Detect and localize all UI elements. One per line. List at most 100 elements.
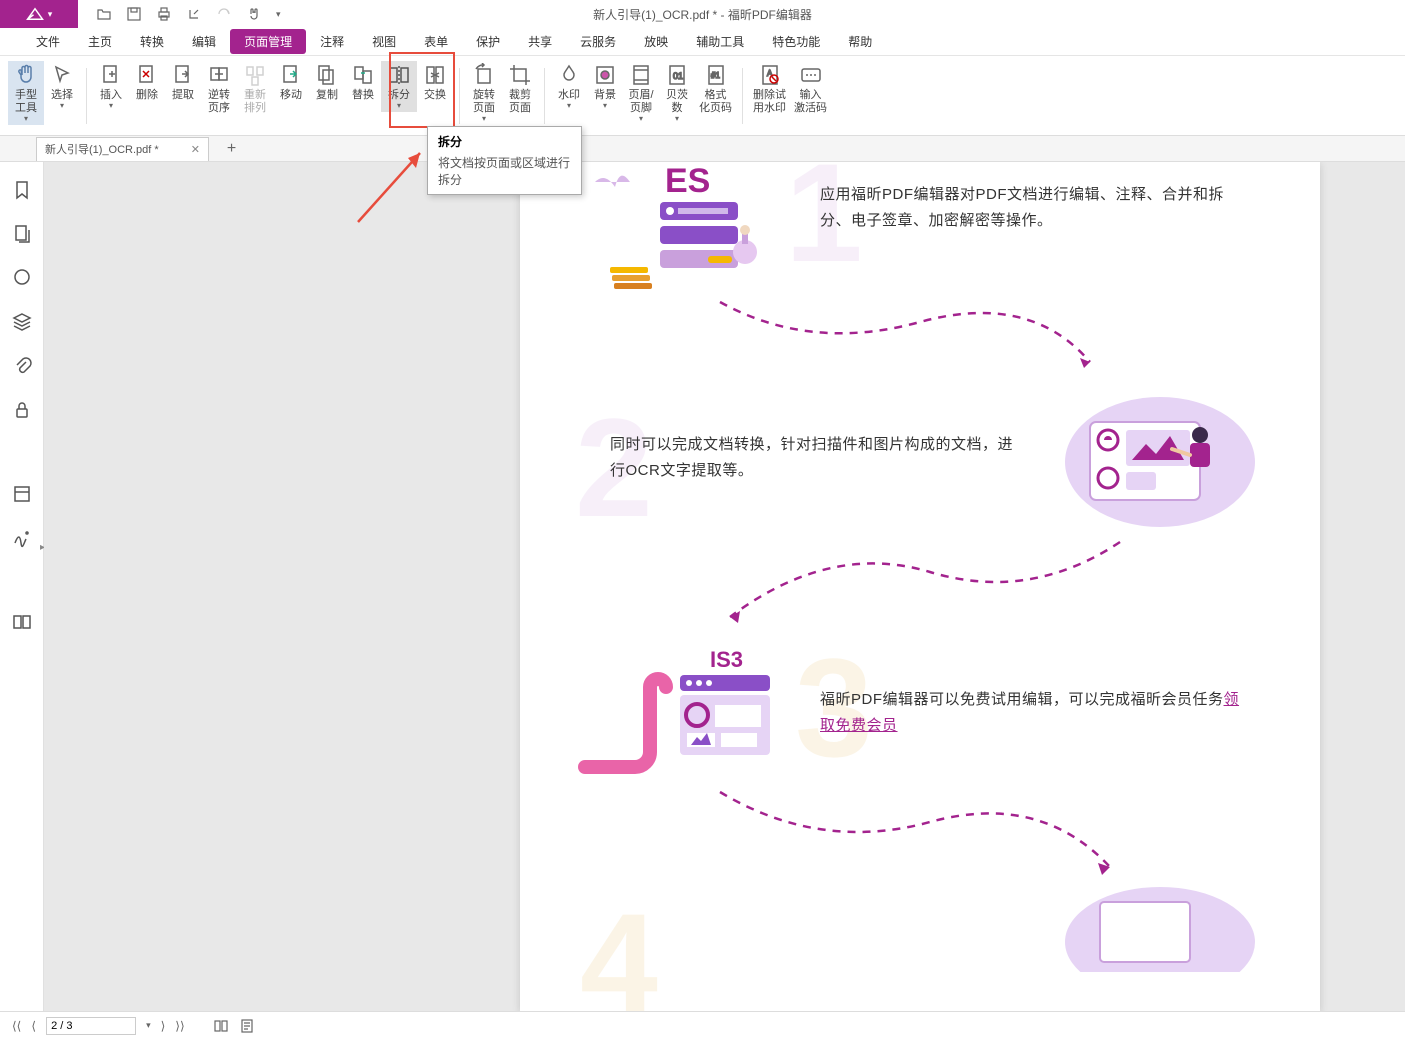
ribbon-bates[interactable]: 01 贝茨 数 ▾ [659, 61, 695, 125]
main-area: ▸ 1 ES [0, 162, 1405, 1011]
menu-slideshow[interactable]: 放映 [630, 29, 682, 54]
ribbon-label: 替换 [352, 89, 374, 102]
open-icon[interactable] [96, 6, 112, 22]
menu-features[interactable]: 特色功能 [758, 29, 834, 54]
ribbon-rearrange: 重新 排列 [237, 61, 273, 117]
ribbon-move[interactable]: 移动 [273, 61, 309, 104]
menu-page-manage[interactable]: 页面管理 [230, 29, 306, 54]
menu-edit[interactable]: 编辑 [178, 29, 230, 54]
redo-icon[interactable] [216, 6, 232, 22]
layers-icon[interactable] [12, 312, 32, 332]
ribbon-extract[interactable]: 提取 [165, 61, 201, 104]
hand-icon[interactable] [246, 6, 262, 22]
ribbon-insert[interactable]: 插入 ▾ [93, 61, 129, 112]
bates-icon: 01 [665, 63, 689, 87]
ribbon-separator [742, 68, 743, 124]
menu-protect[interactable]: 保护 [462, 29, 514, 54]
save-icon[interactable] [126, 6, 142, 22]
header-footer-icon [629, 63, 653, 87]
page-dropdown-icon[interactable]: ▾ [146, 1020, 151, 1031]
ribbon-hand-tool[interactable]: 手型 工具 ▾ [8, 61, 44, 125]
menu-help[interactable]: 帮助 [834, 29, 886, 54]
menu-accessibility[interactable]: 辅助工具 [682, 29, 758, 54]
ribbon-label: 提取 [172, 89, 194, 102]
last-page-button[interactable]: ⟩⟩ [175, 1019, 184, 1033]
security-icon[interactable] [12, 400, 32, 420]
ribbon-label: 插入 [100, 89, 122, 102]
signature-icon[interactable] [12, 528, 32, 548]
step3-text-pre: 福昕PDF编辑器可以免费试用编辑，可以完成福昕会员任务 [820, 691, 1224, 708]
menubar: 文件 主页 转换 编辑 页面管理 注释 视图 表单 保护 共享 云服务 放映 辅… [0, 28, 1405, 56]
reverse-icon [207, 63, 231, 87]
replace-icon [351, 63, 375, 87]
tab-add-button[interactable]: + [227, 140, 236, 158]
ribbon-delete[interactable]: 删除 [129, 61, 165, 104]
attachment-icon[interactable] [12, 356, 32, 376]
ribbon-watermark[interactable]: 水印 ▾ [551, 61, 587, 112]
compare-icon[interactable] [12, 612, 32, 632]
illustration-step2 [1060, 382, 1260, 532]
rotate-icon [472, 63, 496, 87]
input-code-icon [799, 63, 823, 87]
ribbon-header-footer[interactable]: 页眉/ 页脚 ▾ [623, 61, 659, 125]
tab-close-icon[interactable]: ✕ [191, 143, 200, 156]
svg-text:#1: #1 [711, 71, 720, 80]
quick-access-toolbar: ▾ [78, 6, 281, 22]
document-viewport[interactable]: 1 ES 应用福昕PDF编辑器对PDF文档进行编辑、注释、合并 [44, 162, 1405, 1011]
ribbon-exchange[interactable]: 交换 [417, 61, 453, 104]
ribbon-replace[interactable]: 替换 [345, 61, 381, 104]
tooltip: 拆分 将文档按页面或区域进行拆分 [427, 126, 582, 195]
es-label: ES [665, 162, 710, 200]
ribbon-format-pagenum[interactable]: #1 格式 化页码 [695, 61, 736, 117]
first-page-button[interactable]: ⟨⟨ [12, 1019, 21, 1033]
reflow-icon[interactable] [239, 1018, 255, 1034]
is3-label: IS3 [710, 647, 743, 672]
menu-home[interactable]: 主页 [74, 29, 126, 54]
print-icon[interactable] [156, 6, 172, 22]
next-page-button[interactable]: ⟩ [161, 1019, 166, 1033]
view-mode-icon[interactable] [213, 1018, 229, 1034]
ribbon-crop[interactable]: 裁剪 页面 [502, 61, 538, 117]
ribbon-background[interactable]: 背景 ▾ [587, 61, 623, 112]
menu-convert[interactable]: 转换 [126, 29, 178, 54]
prev-page-button[interactable]: ⟨ [31, 1019, 36, 1033]
menu-share[interactable]: 共享 [514, 29, 566, 54]
split-icon [387, 63, 411, 87]
menu-form[interactable]: 表单 [410, 29, 462, 54]
dropdown-arrow-icon: ▾ [397, 102, 401, 110]
logo-dropdown-icon[interactable]: ▾ [48, 9, 53, 20]
dropdown-arrow-icon: ▾ [675, 115, 679, 123]
ribbon-split[interactable]: 拆分 ▾ [381, 61, 417, 112]
select-icon [50, 63, 74, 87]
illustration-step4 [1060, 882, 1260, 972]
page-input[interactable] [46, 1017, 136, 1035]
ribbon-select[interactable]: 选择 ▾ [44, 61, 80, 112]
tabbar: 新人引导(1)_OCR.pdf * ✕ + [0, 136, 1405, 162]
ribbon-del-trial-wm[interactable]: A 删除试 用水印 [749, 61, 790, 117]
qat-dropdown-icon[interactable]: ▾ [276, 9, 281, 20]
document-page: 1 ES 应用福昕PDF编辑器对PDF文档进行编辑、注释、合并 [520, 162, 1320, 1011]
menu-view[interactable]: 视图 [358, 29, 410, 54]
undo-icon[interactable] [186, 6, 202, 22]
ribbon-rotate[interactable]: 旋转 页面 ▾ [466, 61, 502, 125]
menu-comment[interactable]: 注释 [306, 29, 358, 54]
titlebar: ▾ ▾ 新人引导(1)_OCR.pdf * - 福昕PDF编辑器 [0, 0, 1405, 28]
pages-icon[interactable] [12, 224, 32, 244]
bookmark-icon[interactable] [12, 180, 32, 200]
ribbon-reverse[interactable]: 逆转 页序 [201, 61, 237, 117]
app-logo-area: ▾ [0, 0, 78, 28]
menu-cloud[interactable]: 云服务 [566, 29, 630, 54]
menu-file[interactable]: 文件 [22, 29, 74, 54]
ribbon-copy[interactable]: 复制 [309, 61, 345, 104]
dropdown-arrow-icon: ▾ [482, 115, 486, 123]
extract-icon [171, 63, 195, 87]
fields-icon[interactable] [12, 484, 32, 504]
illustration-step1: ES [560, 162, 790, 302]
document-tab[interactable]: 新人引导(1)_OCR.pdf * ✕ [36, 137, 209, 161]
dashed-connector-3 [700, 782, 1130, 892]
ribbon-label: 选择 [51, 89, 73, 102]
ribbon-input-code[interactable]: 输入 激活码 [790, 61, 831, 117]
comments-icon[interactable] [12, 268, 32, 288]
illustration-step3: IS3 [565, 647, 775, 787]
ribbon-separator [459, 68, 460, 124]
